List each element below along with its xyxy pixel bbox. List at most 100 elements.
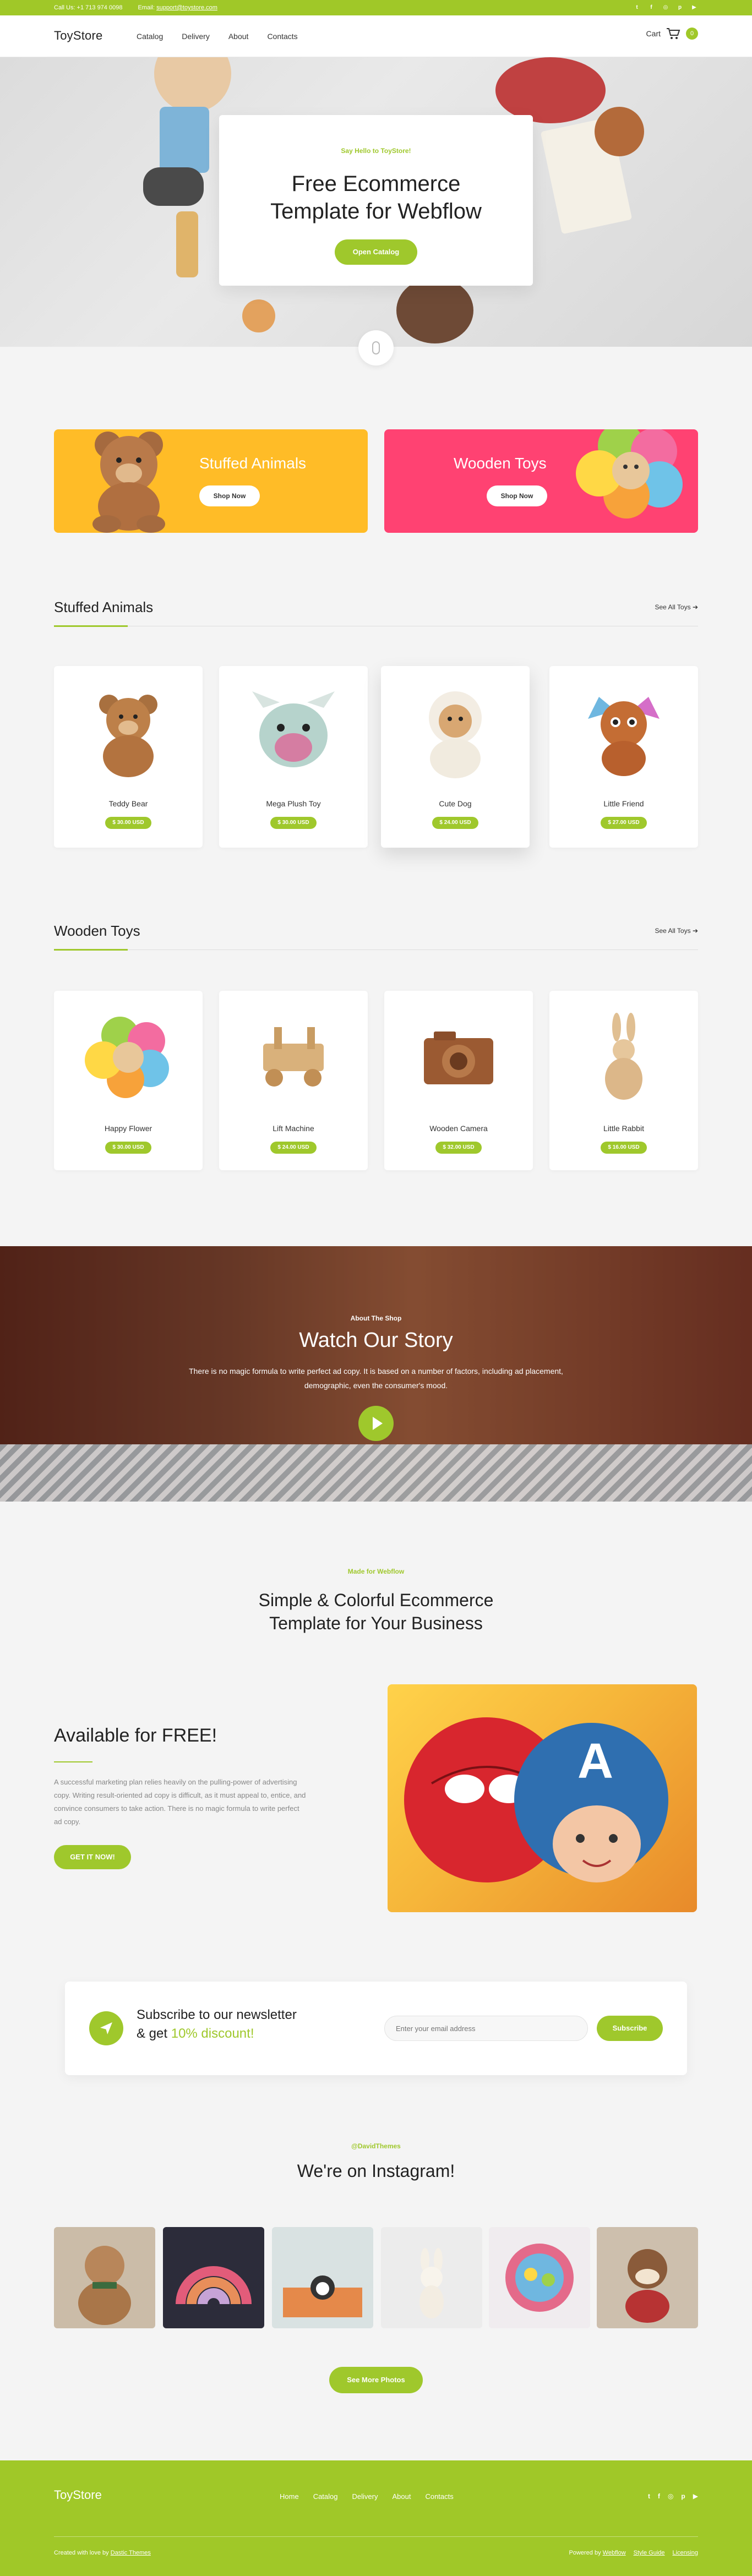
banner-title: Stuffed Animals [199, 455, 307, 472]
cart-button[interactable]: Cart 0 [646, 28, 698, 40]
section-title: Wooden Toys [54, 923, 140, 939]
cart-icon [667, 28, 680, 39]
footer-credit: Created with love by Dastic Themes [54, 2550, 151, 2556]
product-name: Mega Plush Toy [266, 799, 321, 808]
product-card[interactable]: Mega Plush Toy $ 30.00 USD [219, 666, 368, 848]
pinterest-icon[interactable]: p [681, 2492, 685, 2500]
twitter-icon[interactable]: t [648, 2492, 650, 2500]
footer-link-about[interactable]: About [392, 2492, 411, 2501]
product-card[interactable]: Wooden Camera $ 32.00 USD [384, 991, 533, 1170]
nav-contacts[interactable]: Contacts [267, 32, 297, 41]
instagram-photo[interactable] [272, 2227, 373, 2328]
bowl-photo-image [505, 2244, 574, 2312]
footer-powered: Powered by Webflow Style Guide Licensing [569, 2550, 699, 2556]
hero-decor [160, 107, 209, 173]
licensing-link[interactable]: Licensing [673, 2550, 698, 2556]
open-catalog-button[interactable]: Open Catalog [335, 239, 417, 265]
hero-eyebrow: Say Hello to ToyStore! [341, 147, 411, 155]
banner-wooden-toys[interactable]: Wooden Toys Shop Now [384, 429, 698, 533]
instagram-photo[interactable] [597, 2227, 698, 2328]
product-name: Lift Machine [273, 1124, 314, 1133]
email-input[interactable] [384, 2016, 588, 2041]
product-card[interactable]: Happy Flower $ 30.00 USD [54, 991, 203, 1170]
product-name: Happy Flower [104, 1124, 152, 1133]
instagram-title: We're on Instagram! [297, 2161, 455, 2181]
footer-link-catalog[interactable]: Catalog [313, 2492, 338, 2501]
story-text: There is no magic formula to write perfe… [189, 1367, 563, 1390]
hero-decor [495, 57, 606, 123]
kids-image: A [404, 1717, 668, 1882]
email-link[interactable]: support@toystore.com [156, 4, 217, 11]
top-bar: Call Us: +1 713 974 0098 Email: support@… [0, 0, 752, 15]
section-title: Stuffed Animals [54, 599, 154, 615]
product-card[interactable]: Little Rabbit $ 16.00 USD [549, 991, 698, 1170]
see-more-photos-button[interactable]: See More Photos [329, 2367, 423, 2393]
cute-dog-image [429, 691, 482, 778]
facebook-icon[interactable]: f [647, 3, 655, 11]
product-card[interactable]: Teddy Bear $ 30.00 USD [54, 666, 203, 848]
product-price: $ 24.00 USD [432, 817, 478, 829]
subscribe-button[interactable]: Subscribe [597, 2016, 663, 2041]
nav-about[interactable]: About [228, 32, 249, 41]
footer-socials: t f ◎ p ▶ [648, 2492, 698, 2500]
facebook-icon[interactable]: f [658, 2492, 660, 2500]
shop-now-button[interactable]: Shop Now [199, 485, 260, 506]
navbar: ToyStore Catalog Delivery About Contacts… [0, 15, 752, 57]
email-text: Email: support@toystore.com [138, 4, 217, 11]
webflow-link[interactable]: Webflow [603, 2550, 626, 2556]
stuffed-section-header: Stuffed Animals See All Toys ➔ [54, 599, 698, 627]
hero-decor [176, 211, 198, 277]
footer-link-contacts[interactable]: Contacts [425, 2492, 453, 2501]
discount-text: 10% discount! [171, 2026, 254, 2041]
instagram-photo[interactable] [381, 2227, 482, 2328]
story-section: About The Shop Watch Our Story There is … [0, 1246, 752, 1502]
footer-link-delivery[interactable]: Delivery [352, 2492, 378, 2501]
plush-toy-image [252, 691, 335, 767]
product-name: Little Rabbit [603, 1124, 644, 1133]
logo[interactable]: ToyStore [54, 29, 102, 43]
see-all-toys-link[interactable]: See All Toys ➔ [655, 603, 698, 611]
made-for-webflow: Made for Webflow Simple & Colorful Ecomm… [0, 1568, 752, 1635]
nav-catalog[interactable]: Catalog [137, 32, 163, 41]
nav-delivery[interactable]: Delivery [182, 32, 210, 41]
footer-divider [54, 2536, 698, 2537]
product-name: Little Friend [603, 799, 644, 808]
play-video-button[interactable] [358, 1406, 394, 1441]
footer-logo[interactable]: ToyStore [54, 2488, 102, 2502]
instagram-photo[interactable] [163, 2227, 264, 2328]
teddy-bear-icon [92, 432, 165, 533]
twitter-icon[interactable]: t [633, 3, 641, 11]
instagram-icon[interactable]: ◎ [662, 3, 669, 11]
scroll-down-button[interactable] [358, 330, 394, 365]
product-price: $ 30.00 USD [270, 817, 317, 829]
style-guide-link[interactable]: Style Guide [634, 2550, 665, 2556]
youtube-icon[interactable]: ▶ [690, 3, 698, 11]
flower-toy-icon [576, 429, 683, 519]
instagram-handle[interactable]: @DavidThemes [0, 2142, 752, 2150]
instagram-header: @DavidThemes We're on Instagram! [0, 2142, 752, 2181]
dastic-themes-link[interactable]: Dastic Themes [111, 2550, 151, 2556]
footer-link-home[interactable]: Home [280, 2492, 299, 2501]
product-name: Wooden Camera [429, 1124, 488, 1133]
kids-photo: A [388, 1684, 697, 1912]
instagram-icon[interactable]: ◎ [668, 2492, 673, 2500]
pinterest-icon[interactable]: p [676, 3, 684, 11]
youtube-icon[interactable]: ▶ [693, 2492, 698, 2500]
made-title: Simple & Colorful Ecommerce Template for… [258, 1590, 494, 1633]
newsletter-text: Subscribe to our newsletter & get 10% di… [137, 2006, 297, 2043]
hero-decor [143, 167, 204, 206]
product-card[interactable]: Little Friend $ 27.00 USD [549, 666, 698, 848]
product-price: $ 16.00 USD [601, 1142, 647, 1154]
product-price: $ 30.00 USD [105, 1142, 151, 1154]
section-underline [54, 949, 128, 951]
see-all-toys-link[interactable]: See All Toys ➔ [655, 927, 698, 935]
hero-decor [396, 277, 473, 343]
product-card[interactable]: Cute Dog $ 24.00 USD [381, 666, 530, 848]
instagram-photo[interactable] [54, 2227, 155, 2328]
banner-stuffed-animals[interactable]: Stuffed Animals Shop Now [54, 429, 368, 533]
shop-now-button[interactable]: Shop Now [487, 485, 547, 506]
product-card[interactable]: Lift Machine $ 24.00 USD [219, 991, 368, 1170]
instagram-photo[interactable] [489, 2227, 590, 2328]
get-it-now-button[interactable]: GET IT NOW! [54, 1845, 131, 1869]
newsletter-line1: Subscribe to our newsletter [137, 2007, 297, 2022]
